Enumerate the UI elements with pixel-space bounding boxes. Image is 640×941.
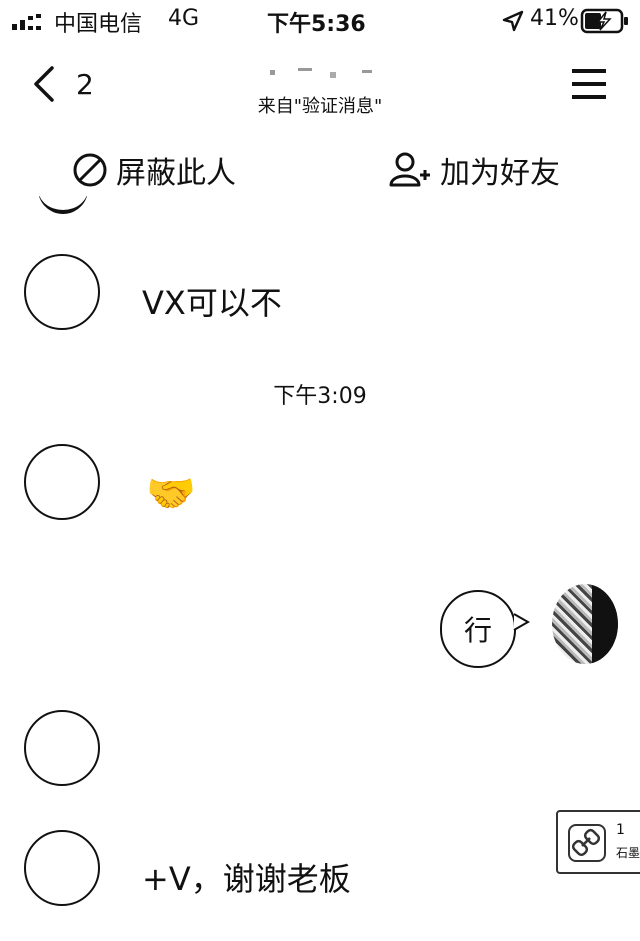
bubble-tail-icon <box>513 613 530 631</box>
menu-button[interactable] <box>570 66 610 102</box>
status-time: 下午5:36 <box>267 12 366 37</box>
floating-link-card[interactable]: 1 石墨 <box>556 810 640 874</box>
time-separator: 下午3:09 <box>273 384 367 409</box>
message-text: 行 <box>463 614 492 647</box>
block-user-label: 屏蔽此人 <box>116 156 236 191</box>
nav-bar: 2 来自"验证消息" <box>0 44 640 134</box>
signal-icon <box>12 14 41 30</box>
avatar[interactable] <box>24 710 100 786</box>
chevron-left-icon <box>34 66 54 102</box>
outgoing-message-bubble[interactable]: 行 <box>440 590 516 668</box>
hamburger-menu-icon <box>572 69 606 99</box>
carrier-name: 中国电信 <box>54 12 143 37</box>
battery-charging-icon <box>580 8 628 34</box>
my-avatar[interactable] <box>552 584 618 664</box>
network-type: 4G <box>168 6 200 31</box>
link-card-source: 石墨 <box>616 846 640 860</box>
avatar[interactable] <box>24 254 100 330</box>
add-friend-label: 加为好友 <box>440 156 560 191</box>
block-user-button[interactable]: 屏蔽此人 <box>72 148 236 192</box>
block-icon <box>73 153 107 187</box>
message-text: VX可以不 <box>142 284 282 322</box>
handshake-emoji: 🤝 <box>146 471 196 517</box>
status-bar: 中国电信 4G 下午5:36 41% <box>0 0 640 44</box>
avatar[interactable] <box>24 830 100 906</box>
message-text: +V，谢谢老板 <box>142 860 351 898</box>
link-icon <box>568 824 606 862</box>
contact-name-obscured <box>270 66 380 80</box>
add-friend-button[interactable]: 加为好友 <box>388 148 560 192</box>
back-unread-count: 2 <box>76 68 94 101</box>
location-arrow-icon <box>502 10 524 32</box>
add-person-icon <box>389 152 430 187</box>
previous-avatar-partial <box>38 196 88 214</box>
back-button[interactable] <box>26 62 116 106</box>
battery-percent: 41% <box>530 6 579 31</box>
nav-subtitle: 来自"验证消息" <box>257 96 383 117</box>
link-card-count: 1 <box>616 822 625 838</box>
avatar[interactable] <box>24 444 100 520</box>
